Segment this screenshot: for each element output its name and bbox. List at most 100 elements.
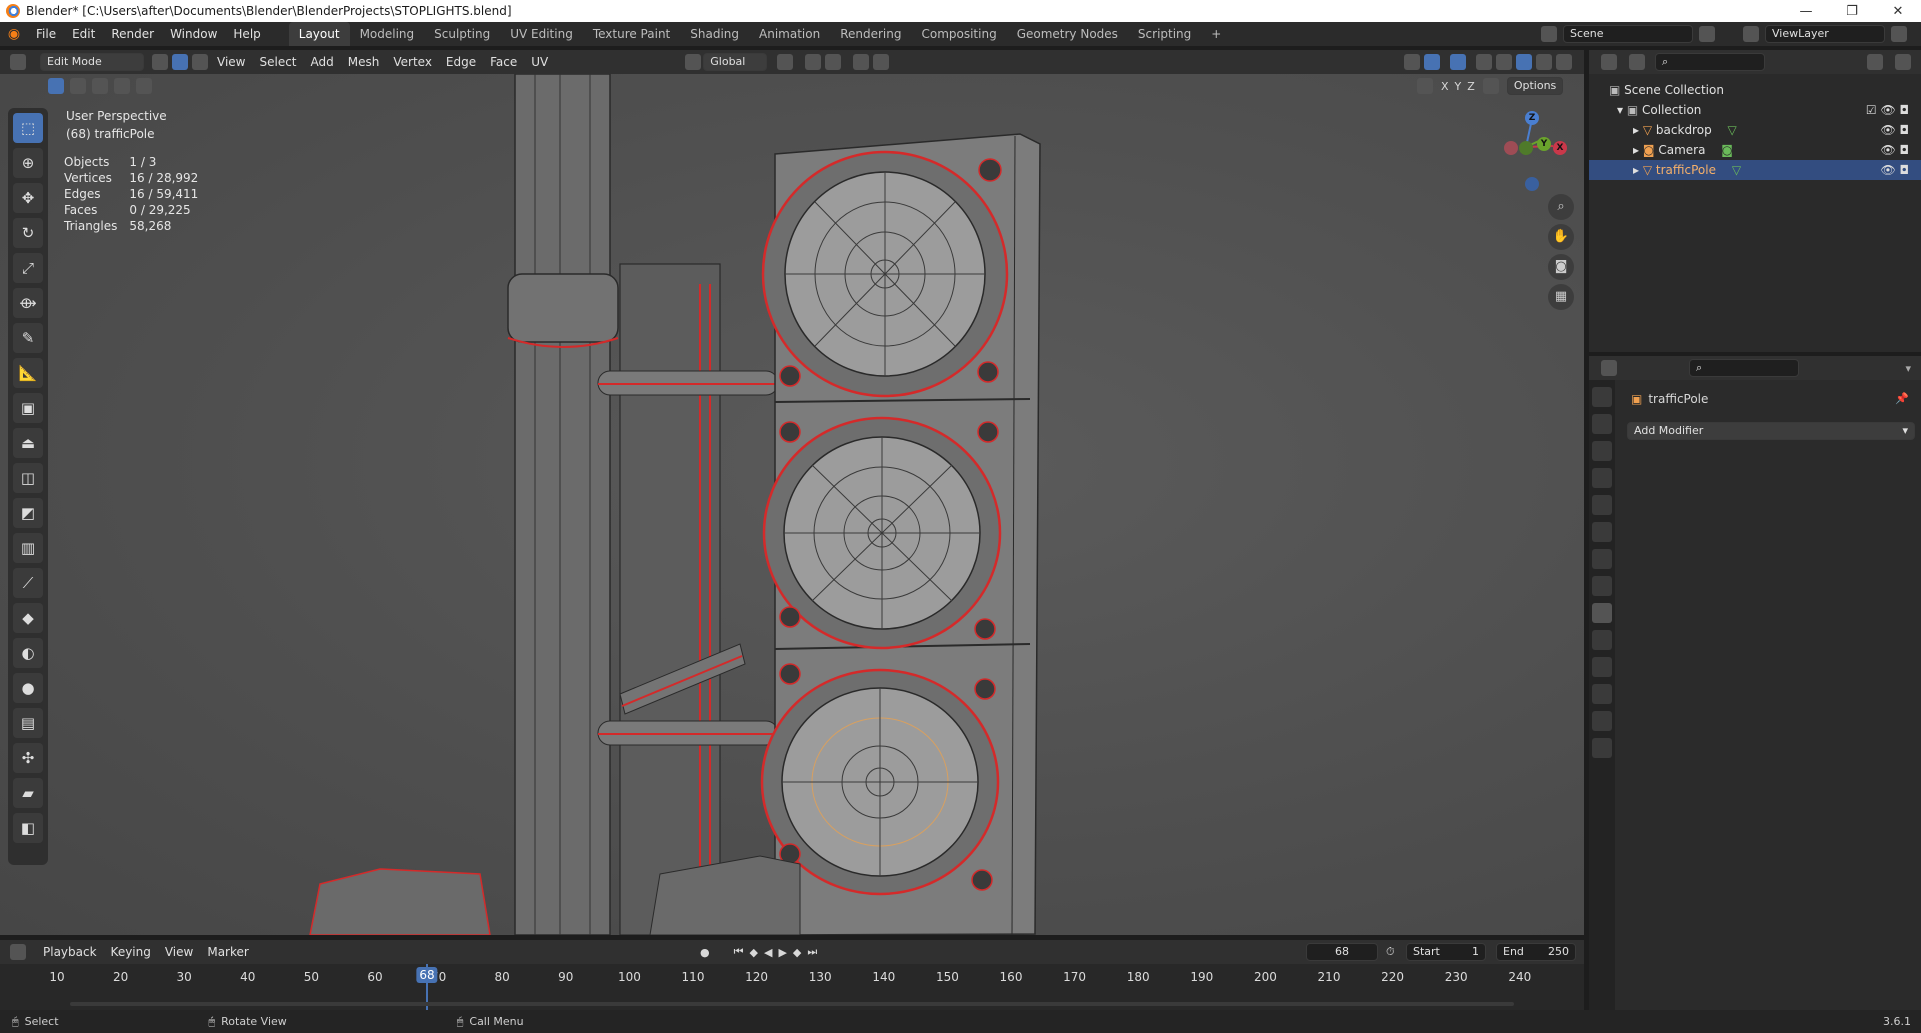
solid-shading-icon[interactable] [1516,54,1532,70]
wireframe-shading-icon[interactable] [1496,54,1512,70]
outliner-item-backdrop[interactable]: ▸ ▽ backdrop ▽ 👁 ◘ [1589,120,1921,140]
physics-tab-icon[interactable] [1592,657,1612,677]
chevron-down-icon[interactable]: ▾ [1617,103,1623,117]
pin-icon[interactable]: 📌 [1895,392,1909,405]
editor-type-icon[interactable] [10,944,26,960]
proportional-edit-icon[interactable] [853,54,870,70]
shrink-fatten-tool-icon[interactable]: ✣ [13,743,43,773]
gizmo-neg-x-axis[interactable] [1504,141,1518,155]
axis-z-toggle[interactable]: Z [1467,80,1475,93]
pan-hand-icon[interactable]: ✋ [1548,224,1574,250]
tab-shading[interactable]: Shading [680,22,749,46]
snap-target-icon[interactable] [825,54,842,70]
material-tab-icon[interactable] [1592,738,1612,758]
xray-icon[interactable] [1476,54,1492,70]
play-reverse-icon[interactable]: ◀ [764,946,772,959]
tab-uv-editing[interactable]: UV Editing [500,22,583,46]
menu-edge[interactable]: Edge [439,50,483,74]
face-select-icon[interactable] [192,54,208,70]
chevron-right-icon[interactable]: ▸ [1633,123,1639,137]
collection-row[interactable]: ▾ ▣ Collection ☑ 👁 ◘ [1589,100,1921,120]
select-extend-icon[interactable] [70,78,86,94]
select-new-icon[interactable] [48,78,64,94]
menu-edit[interactable]: Edit [64,22,103,46]
transform-orientation-selector[interactable]: Global [703,53,768,71]
menu-vertex[interactable]: Vertex [386,50,439,74]
tab-sculpting[interactable]: Sculpting [424,22,500,46]
annotate-tool-icon[interactable]: ✎ [13,323,43,353]
overlay-toggle-icon[interactable] [1450,54,1466,70]
gizmo-y-axis[interactable]: Y [1537,137,1551,151]
transform-tool-icon[interactable]: ⟴ [13,288,43,318]
tab-layout[interactable]: Layout [288,22,350,46]
camera-view-icon[interactable]: ◙ [1548,254,1574,280]
particles-tab-icon[interactable] [1592,630,1612,650]
pivot-point-icon[interactable] [777,54,794,70]
tab-rendering[interactable]: Rendering [830,22,911,46]
falloff-icon[interactable] [873,54,890,70]
extrude-tool-icon[interactable]: ⏏ [13,428,43,458]
menu-face[interactable]: Face [483,50,524,74]
add-workspace-button[interactable]: + [1201,22,1231,46]
render-tab-icon[interactable] [1592,414,1612,434]
menu-marker[interactable]: Marker [200,940,255,964]
3d-viewport[interactable]: X Y Z Options User Perspective (68) traf… [0,74,1584,935]
mirror-icon[interactable] [1417,78,1433,94]
inset-tool-icon[interactable]: ◫ [13,463,43,493]
axis-x-toggle[interactable]: X [1441,80,1449,93]
menu-render[interactable]: Render [103,22,162,46]
select-box-tool-icon[interactable]: ⬚ [13,113,43,143]
rip-region-tool-icon[interactable]: ◧ [13,813,43,843]
outliner-item-camera[interactable]: ▸ ◙ Camera ◙ 👁 ◘ [1589,140,1921,160]
menu-keying[interactable]: Keying [104,940,158,964]
scale-tool-icon[interactable]: ⤢ [13,253,43,283]
gizmo-x-axis[interactable]: X [1553,141,1567,155]
editor-type-icon[interactable] [1601,54,1617,70]
loop-cut-tool-icon[interactable]: ▥ [13,533,43,563]
visibility-icons[interactable]: 👁 ◘ [1880,140,1909,160]
modifier-tab-icon[interactable] [1592,603,1612,623]
gizmo-neg-y-axis[interactable] [1519,141,1533,155]
display-mode-icon[interactable] [1629,54,1645,70]
select-intersect-icon[interactable] [136,78,152,94]
current-frame-field[interactable]: 68 [1306,943,1378,961]
menu-playback[interactable]: Playback [36,940,104,964]
menu-mesh[interactable]: Mesh [341,50,387,74]
navigation-gizmo[interactable]: Z Y X [1490,109,1570,191]
visibility-icon[interactable] [1404,54,1420,70]
menu-view[interactable]: View [158,940,200,964]
select-invert-icon[interactable] [114,78,130,94]
new-scene-icon[interactable] [1699,26,1715,42]
menu-select[interactable]: Select [252,50,303,74]
vertex-select-icon[interactable] [152,54,168,70]
playhead-label[interactable]: 68 [416,967,438,983]
collection-tab-icon[interactable] [1592,549,1612,569]
tool-tab-icon[interactable] [1592,387,1612,407]
next-keyframe-icon[interactable]: ◆ [793,946,801,959]
prev-keyframe-icon[interactable]: ◆ [750,946,758,959]
constraints-tab-icon[interactable] [1592,684,1612,704]
record-icon[interactable]: ● [700,946,710,959]
tab-texture-paint[interactable]: Texture Paint [583,22,680,46]
edge-select-icon[interactable] [172,54,188,70]
select-subtract-icon[interactable] [92,78,108,94]
editor-type-icon[interactable] [1601,360,1617,376]
cursor-tool-icon[interactable]: ⊕ [13,148,43,178]
new-view-layer-icon[interactable] [1891,26,1907,42]
menu-add[interactable]: Add [304,50,341,74]
poly-build-tool-icon[interactable]: ◆ [13,603,43,633]
perspective-grid-icon[interactable]: ▦ [1548,284,1574,310]
auto-merge-icon[interactable] [1482,78,1499,94]
chevron-down-icon[interactable]: ▾ [1905,362,1911,375]
view-layer-selector[interactable]: ViewLayer [1765,25,1885,43]
data-tab-icon[interactable] [1592,711,1612,731]
visibility-icons[interactable]: 👁 ◘ [1880,120,1909,140]
outliner-item-trafficpole[interactable]: ▸ ▽ trafficPole ▽ 👁 ◘ [1589,160,1921,180]
menu-view[interactable]: View [210,50,252,74]
world-tab-icon[interactable] [1592,522,1612,542]
menu-uv[interactable]: UV [524,50,555,74]
material-shading-icon[interactable] [1536,54,1552,70]
gizmo-neg-z-axis[interactable] [1525,177,1539,191]
output-tab-icon[interactable] [1592,441,1612,461]
minimize-button[interactable]: — [1783,4,1829,19]
